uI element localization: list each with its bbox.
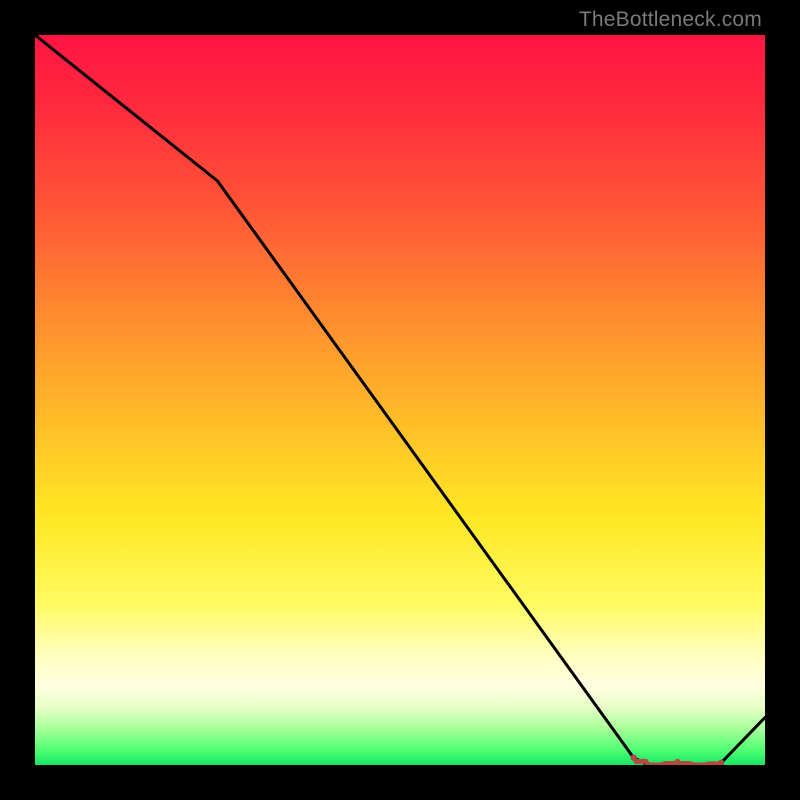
dotted-segment	[630, 755, 724, 766]
chart-container: TheBottleneck.com	[0, 0, 800, 800]
data-line	[35, 35, 765, 765]
line-overlay	[35, 35, 765, 765]
plot-area	[35, 35, 765, 765]
attribution-text: TheBottleneck.com	[579, 8, 762, 32]
